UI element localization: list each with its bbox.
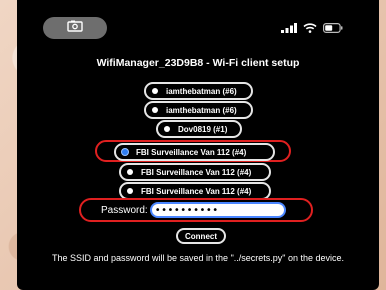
network-option-2[interactable]: iamthebatman (#6) [144, 101, 253, 119]
network-label: FBI Surveillance Van 112 (#4) [136, 147, 247, 157]
camera-button[interactable] [43, 17, 107, 39]
radio-icon[interactable] [127, 188, 133, 194]
status-bar [17, 0, 379, 40]
password-row: Password: [101, 202, 286, 218]
network-label: FBI Surveillance Van 112 (#4) [141, 167, 252, 177]
network-option-1[interactable]: iamthebatman (#6) [144, 82, 253, 100]
radio-icon[interactable] [152, 88, 158, 94]
network-label: FBI Surveillance Van 112 (#4) [141, 186, 252, 196]
connect-button[interactable]: Connect [176, 228, 226, 244]
camera-icon [67, 19, 83, 37]
footnote-text: The SSID and password will be saved in t… [51, 253, 345, 263]
network-label: iamthebatman (#6) [166, 86, 237, 96]
password-label: Password: [101, 204, 148, 216]
network-option-4[interactable]: FBI Surveillance Van 112 (#4) [114, 143, 275, 161]
cellular-signal-icon [281, 20, 297, 38]
radio-icon[interactable] [164, 126, 170, 132]
radio-icon[interactable] [127, 169, 133, 175]
status-indicators [281, 20, 343, 38]
phone-screen: WifiManager_23D9B8 - Wi-Fi client setup … [17, 0, 379, 290]
wifi-icon [303, 20, 317, 38]
radio-icon[interactable] [152, 107, 158, 113]
page-title: WifiManager_23D9B8 - Wi-Fi client setup [96, 57, 300, 69]
battery-icon [323, 20, 343, 38]
password-input[interactable] [149, 202, 286, 218]
network-label: Dov0819 (#1) [178, 124, 228, 134]
network-label: iamthebatman (#6) [166, 105, 237, 115]
network-option-3[interactable]: Dov0819 (#1) [156, 120, 242, 138]
network-option-5[interactable]: FBI Surveillance Van 112 (#4) [119, 163, 271, 181]
radio-selected-icon[interactable] [122, 149, 128, 155]
